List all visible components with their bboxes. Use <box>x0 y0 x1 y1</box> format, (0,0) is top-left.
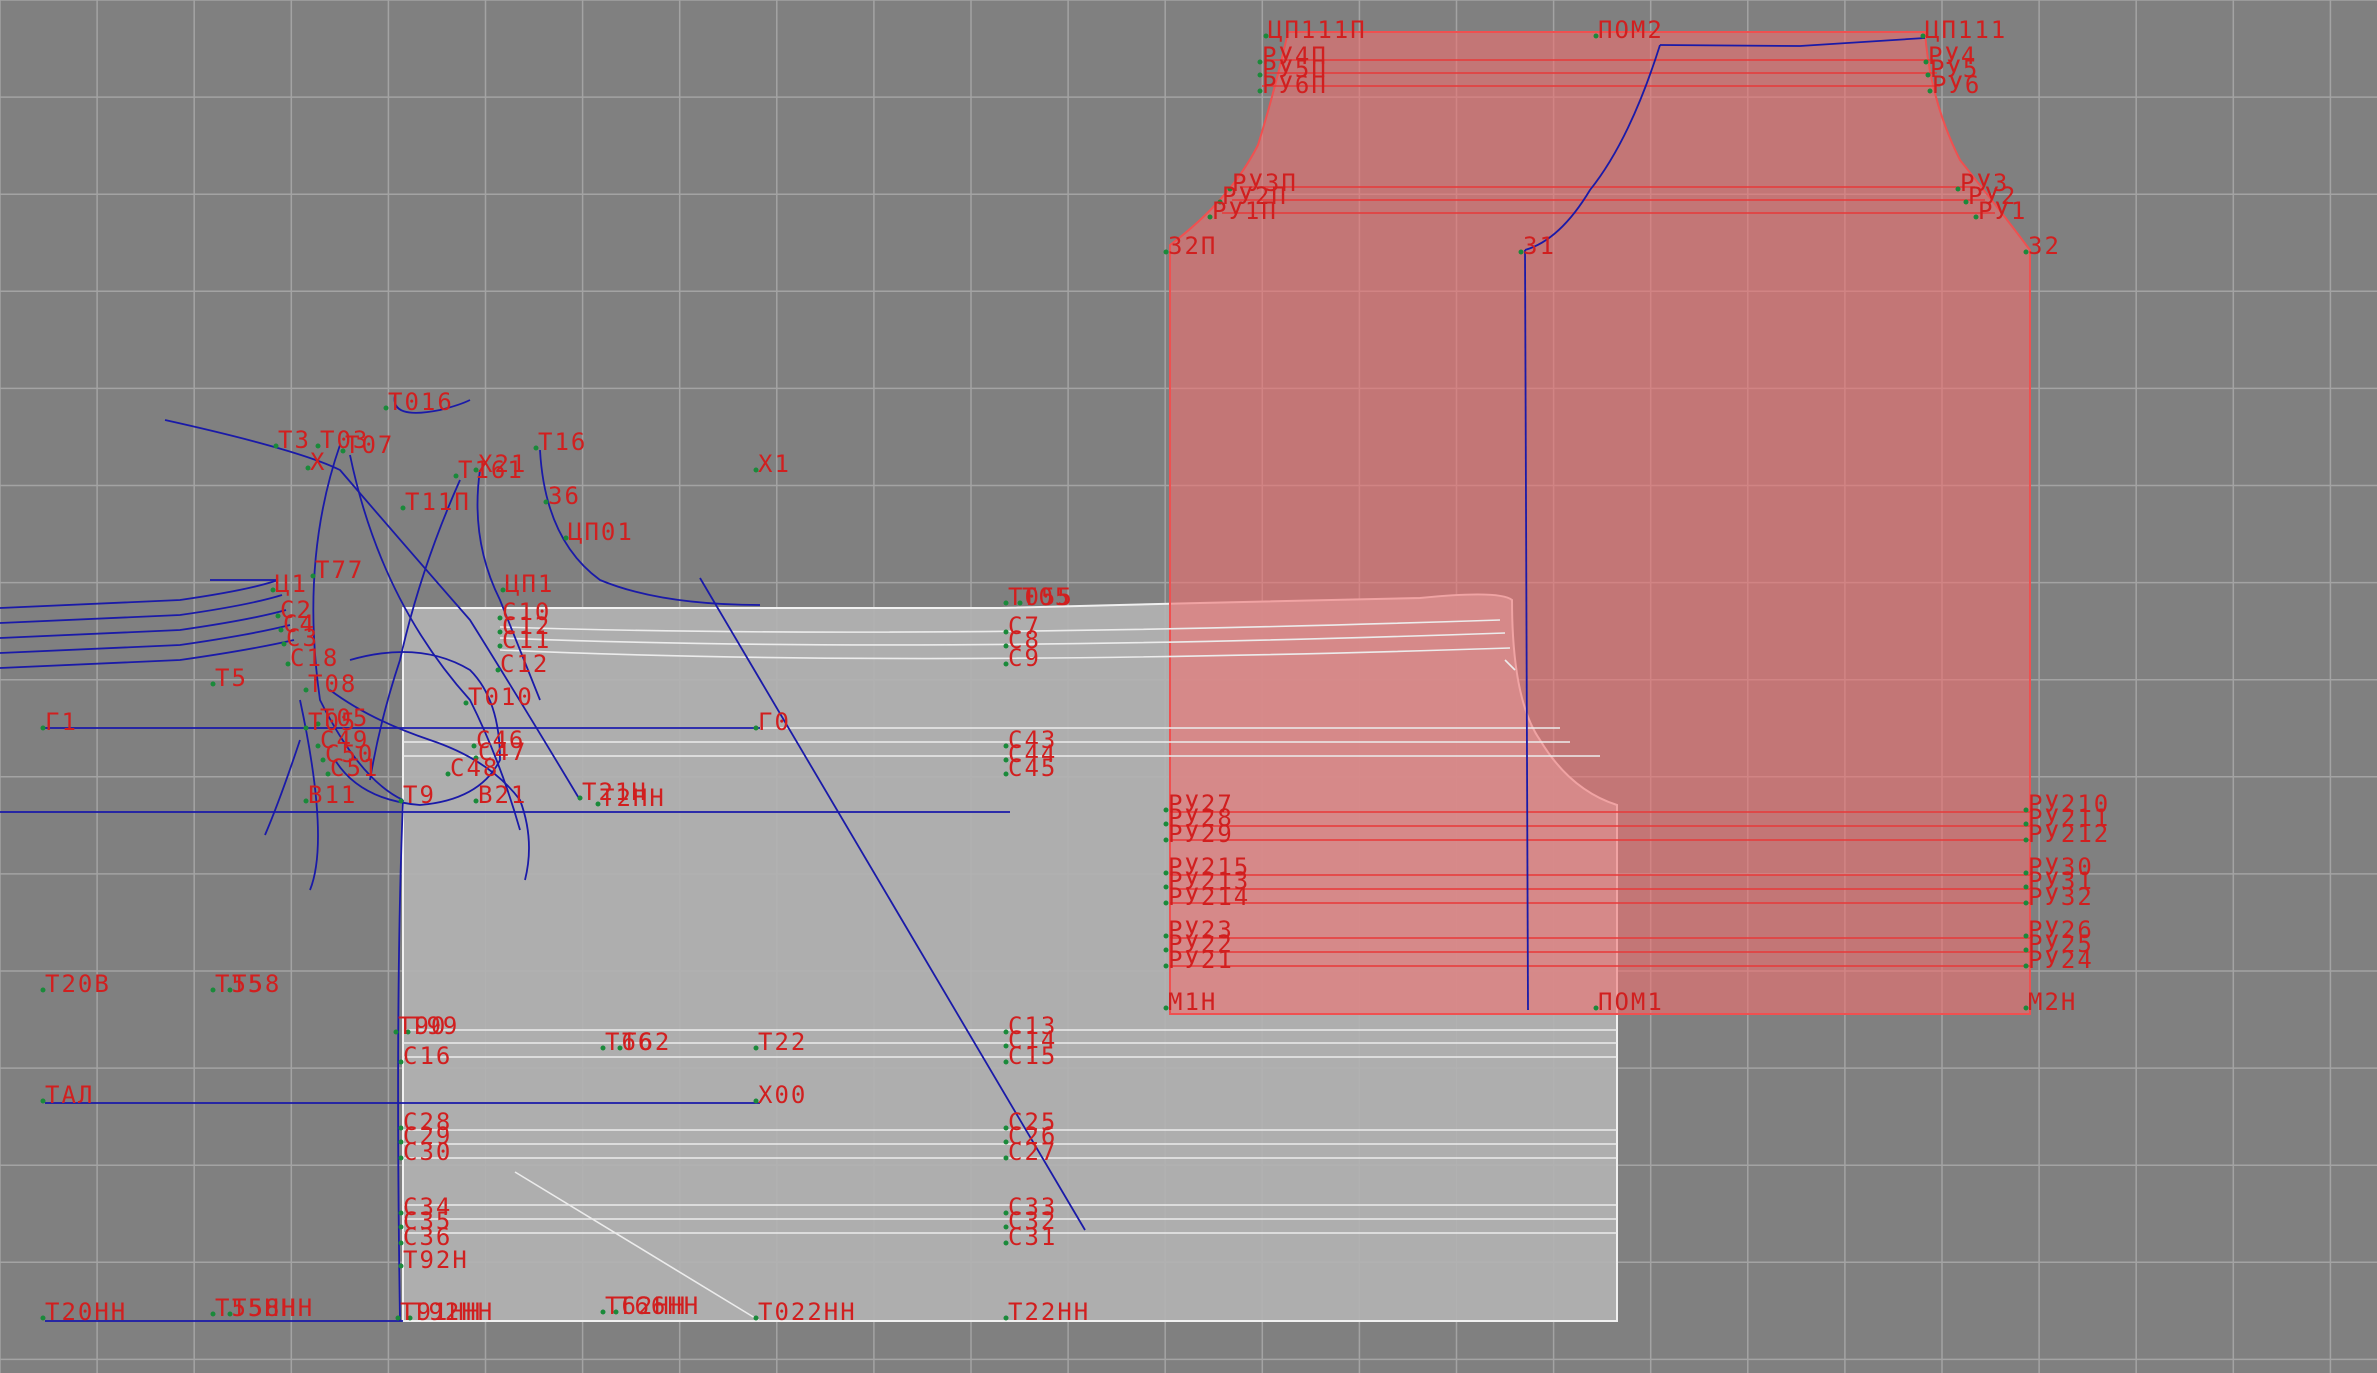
pattern-canvas[interactable]: ЦП111П ПОМ2 ЦП111 РУ4П РУ5П РУ6П РУ4 РУ5… <box>0 0 2377 1373</box>
label-cp111p: ЦП111П <box>1268 16 1367 44</box>
label-v21: В21 <box>478 781 527 809</box>
label-x00: Х00 <box>758 1081 807 1109</box>
label-c45: С45 <box>1008 754 1057 782</box>
label-ru6p: РУ6П <box>1262 71 1328 99</box>
label-t5: Т5 <box>215 664 248 692</box>
label-c15: С15 <box>1008 1042 1057 1070</box>
label-t161: Т161 <box>458 456 524 484</box>
label-t022hh: Т022НН <box>758 1298 857 1326</box>
label-x1: Х1 <box>758 450 791 478</box>
label-cp1: ЦП1 <box>505 570 554 598</box>
label-ru24: РУ24 <box>2028 946 2094 974</box>
label-t010: Т010 <box>468 683 534 711</box>
label-t16: Т16 <box>538 428 587 456</box>
label-c31: С31 <box>1008 1223 1057 1251</box>
label-t016: Т016 <box>388 388 454 416</box>
label-c30: С30 <box>403 1138 452 1166</box>
label-tal: ТАЛ <box>45 1081 94 1109</box>
label-m1n: М1Н <box>1168 988 1217 1016</box>
label-t20v: Т20В <box>45 970 111 998</box>
label-m2n: М2Н <box>2028 988 2077 1016</box>
label-pom2: ПОМ2 <box>1598 16 1664 44</box>
sleeve-piece[interactable] <box>1169 31 2031 1015</box>
label-t99: Т99 <box>410 1012 459 1040</box>
label-c9: С9 <box>1008 644 1041 672</box>
label-c51: С51 <box>330 754 379 782</box>
label-ru212: РУ212 <box>2028 820 2110 848</box>
label-c12b: С12 <box>500 650 549 678</box>
label-t66hh: Т66НН <box>618 1292 700 1320</box>
label-t58: Т58 <box>232 970 281 998</box>
label-c27: С27 <box>1008 1138 1057 1166</box>
label-t92hh: Т92НН <box>412 1298 494 1326</box>
label-ru21: РУ21 <box>1168 946 1234 974</box>
label-t22: Т22 <box>758 1028 807 1056</box>
label-32: 32 <box>2028 232 2061 260</box>
label-t05: Т05 <box>1022 583 1071 611</box>
label-t3: Т3 <box>278 426 311 454</box>
label-c18: С18 <box>290 644 339 672</box>
label-c1: Ц1 <box>275 570 308 598</box>
label-c48: С48 <box>450 754 499 782</box>
label-c16: С16 <box>403 1042 452 1070</box>
label-ru1: РУ1 <box>1978 197 2027 225</box>
label-cp01: ЦП01 <box>568 518 634 546</box>
label-ru214: РУ214 <box>1168 883 1250 911</box>
label-t11p: Т11П <box>405 488 471 516</box>
label-t22hh: Т22НН <box>1008 1298 1090 1326</box>
label-ru1p: РУ1П <box>1212 197 1278 225</box>
label-ru32: РУ32 <box>2028 883 2094 911</box>
label-t2hh: Т2НН <box>600 784 666 812</box>
label-ru6: РУ6 <box>1932 71 1981 99</box>
label-t20hh: Т20НН <box>45 1298 127 1326</box>
label-32p: 32П <box>1168 232 1217 260</box>
label-ru29: РУ29 <box>1168 820 1234 848</box>
label-g1: Г1 <box>45 708 78 736</box>
label-cp111: ЦП111 <box>1925 16 2007 44</box>
label-t62: Т62 <box>622 1028 671 1056</box>
label-31: 31 <box>1523 232 1556 260</box>
label-pom1: ПОМ1 <box>1598 988 1664 1016</box>
label-t58hh: Т58НН <box>232 1294 314 1322</box>
label-t07: Т07 <box>345 431 394 459</box>
label-v11: В11 <box>308 781 357 809</box>
label-t92n: Т92Н <box>403 1246 469 1274</box>
label-x: X <box>310 448 326 476</box>
label-36: 36 <box>548 482 581 510</box>
label-t08: Т08 <box>308 670 357 698</box>
label-g0: Г0 <box>758 708 791 736</box>
label-t77: Т77 <box>315 556 364 584</box>
label-t9: Т9 <box>403 781 436 809</box>
